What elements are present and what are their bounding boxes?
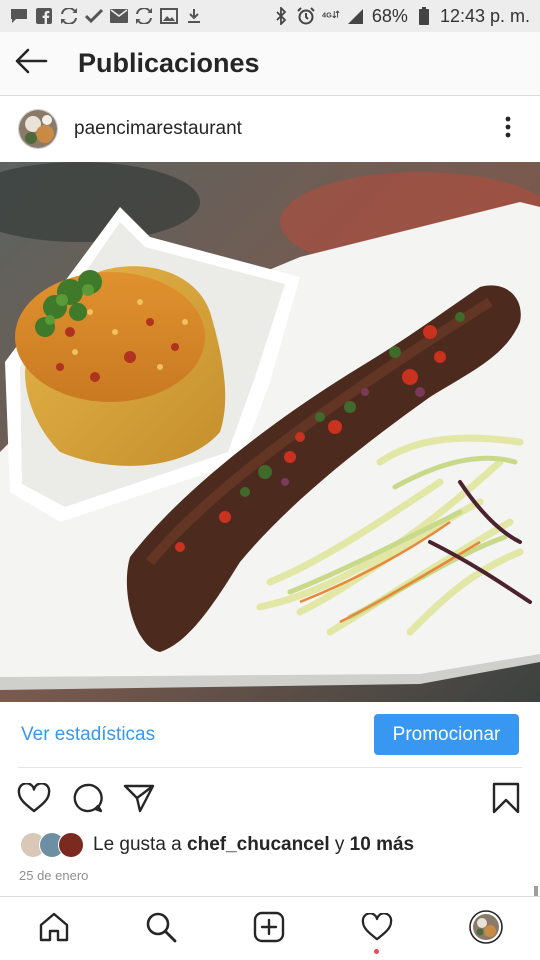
comment-icon [72, 782, 104, 819]
nav-search[interactable] [141, 909, 181, 949]
nav-new-post[interactable] [249, 909, 289, 949]
network-label: 4G [322, 11, 332, 20]
more-options-button[interactable] [496, 116, 520, 142]
mail-icon [110, 7, 128, 25]
add-post-icon [253, 911, 285, 948]
scrollbar [534, 886, 538, 896]
sync-icon [60, 7, 78, 25]
stats-row: Ver estadísticas Promocionar [0, 702, 540, 768]
avatar[interactable] [18, 109, 58, 149]
download-icon [185, 7, 203, 25]
page-title: Publicaciones [78, 48, 260, 78]
likes-count[interactable]: 10 más [350, 834, 414, 855]
liker-username[interactable]: chef_chucancel [187, 834, 330, 855]
nav-home[interactable] [34, 909, 74, 949]
arrow-left-icon [14, 48, 48, 79]
post-actions [0, 778, 540, 822]
likes-middle: y [329, 834, 350, 855]
likes-prefix: Le gusta a [93, 834, 188, 855]
image-icon [160, 7, 178, 25]
comment-button[interactable] [70, 782, 106, 818]
bookmark-icon [492, 782, 520, 819]
battery-level: 68% [371, 5, 408, 26]
save-button[interactable] [488, 782, 524, 818]
signal-icon [347, 7, 365, 25]
search-icon [145, 911, 177, 948]
check-icon [85, 7, 103, 25]
share-button[interactable] [121, 782, 157, 818]
post-photo[interactable] [0, 162, 540, 702]
bottom-nav [0, 896, 540, 960]
post-header: paencimarestaurant [0, 96, 540, 162]
status-notifications [10, 7, 203, 25]
heart-icon [17, 781, 51, 818]
status-system: 4G 68% 12:43 p. m. [272, 6, 530, 27]
message-icon [10, 7, 28, 25]
app-header: Publicaciones [0, 32, 540, 96]
alarm-icon [297, 7, 315, 25]
nav-profile[interactable] [466, 909, 506, 949]
divider [18, 767, 522, 768]
post-username[interactable]: paencimarestaurant [74, 118, 242, 140]
likes-text: Le gusta a chef_chucancel y 10 más [93, 834, 414, 856]
clock: 12:43 p. m. [439, 5, 530, 26]
bluetooth-icon [272, 7, 290, 25]
share-icon [123, 783, 155, 818]
facebook-icon [35, 7, 53, 25]
promote-button[interactable]: Promocionar [374, 714, 519, 755]
likes-summary[interactable]: Le gusta a chef_chucancel y 10 más [20, 830, 414, 860]
nav-activity[interactable] [357, 909, 397, 949]
sync-icon [135, 7, 153, 25]
home-icon [38, 911, 70, 948]
avatar [58, 832, 84, 858]
view-insights-link[interactable]: Ver estadísticas [21, 724, 155, 746]
status-bar: 4G 68% 12:43 p. m. [0, 0, 540, 32]
profile-avatar-icon [469, 909, 503, 949]
like-button[interactable] [16, 781, 52, 818]
post-date: 25 de enero [19, 868, 89, 883]
notification-dot [374, 949, 379, 954]
more-vertical-icon [505, 116, 511, 143]
battery-icon [415, 7, 433, 25]
back-button[interactable] [0, 32, 62, 96]
liker-avatars [20, 832, 84, 858]
network-4g-icon: 4G [322, 7, 340, 25]
activity-heart-icon [361, 911, 393, 946]
